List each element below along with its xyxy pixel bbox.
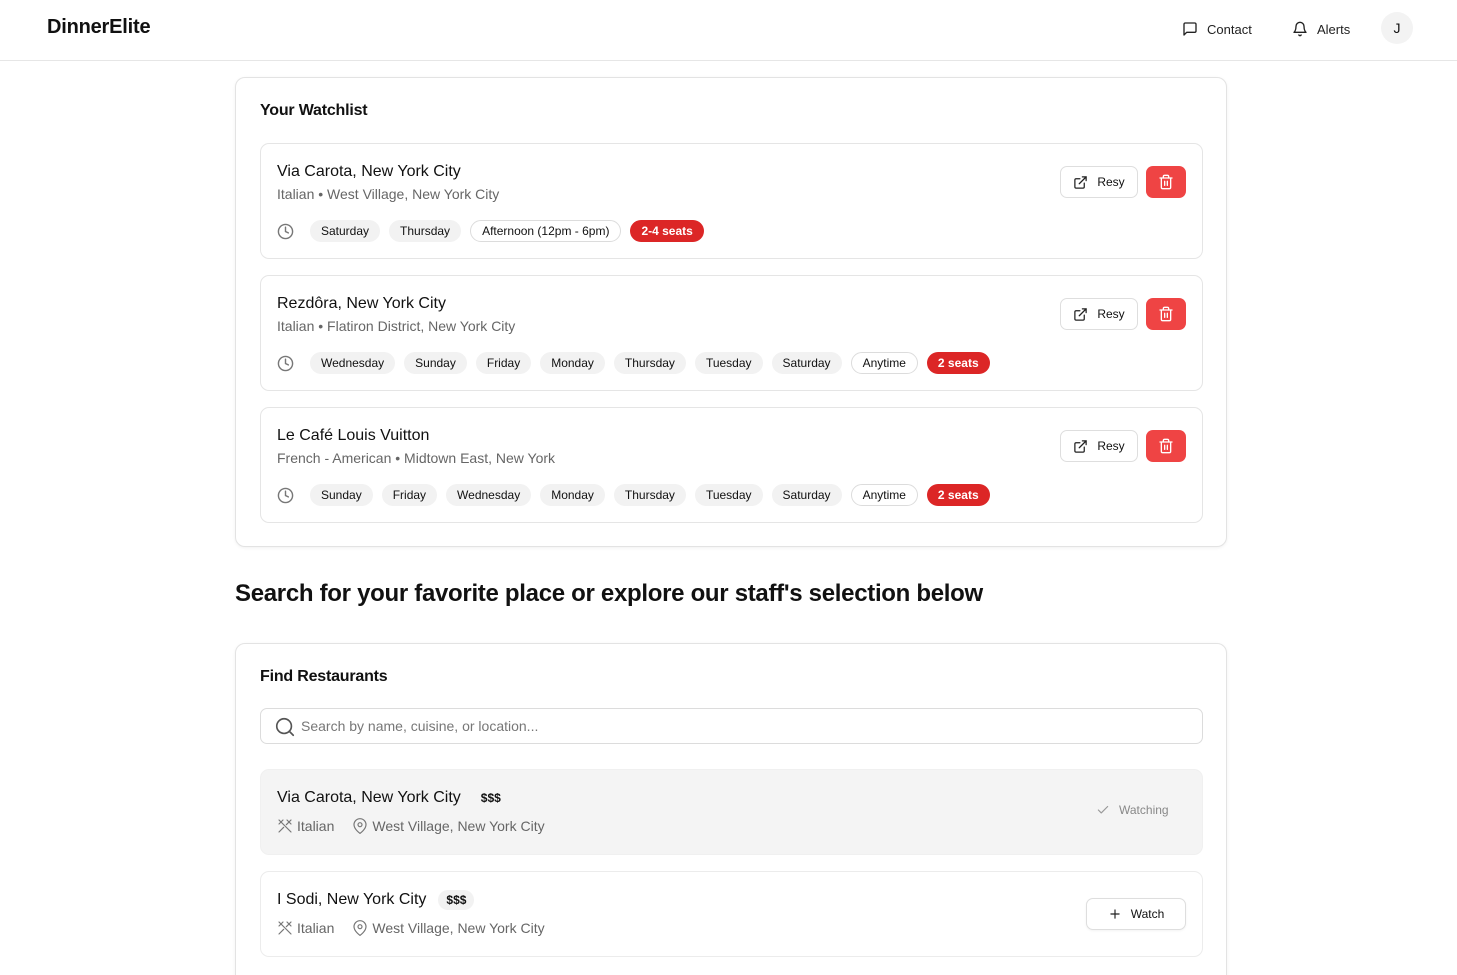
location-info: West Village, New York City bbox=[352, 818, 545, 834]
watchlist-item: Le Café Louis Vuitton French - American … bbox=[260, 407, 1203, 523]
watch-button[interactable]: Watch bbox=[1086, 898, 1186, 930]
restaurant-name: I Sodi, New York City bbox=[277, 891, 427, 908]
location-label: West Village, New York City bbox=[372, 818, 545, 834]
clock-icon bbox=[277, 223, 294, 239]
trash-icon bbox=[1159, 438, 1173, 454]
restaurant-meta: French - American • Midtown East, New Yo… bbox=[277, 450, 556, 466]
external-link-icon bbox=[1074, 175, 1088, 189]
brand-logo[interactable]: DinnerElite bbox=[47, 16, 151, 39]
day-tag: Saturday bbox=[771, 352, 842, 374]
time-tag: Anytime bbox=[850, 484, 918, 506]
restaurant-meta: Italian • Flatiron District, New York Ci… bbox=[277, 318, 516, 334]
day-tag: Monday bbox=[540, 352, 605, 374]
time-tag: Afternoon (12pm - 6pm) bbox=[470, 220, 622, 242]
restaurant-details: Italian West Village, New York City bbox=[277, 920, 563, 936]
find-restaurants-title: Find Restaurants bbox=[260, 668, 388, 685]
price-badge: $$$ bbox=[438, 890, 475, 910]
day-tag: Thursday bbox=[613, 352, 686, 374]
cuisine-label: Italian bbox=[297, 818, 335, 834]
resy-button[interactable]: Resy bbox=[1060, 298, 1138, 330]
watchlist-title: Your Watchlist bbox=[260, 102, 368, 119]
day-tag: Monday bbox=[540, 484, 605, 506]
delete-button[interactable] bbox=[1146, 166, 1186, 198]
delete-button[interactable] bbox=[1146, 430, 1186, 462]
search-input[interactable] bbox=[301, 709, 1191, 743]
price-badge: $$$ bbox=[480, 791, 501, 805]
resy-label: Resy bbox=[1097, 439, 1125, 453]
search-box bbox=[260, 708, 1203, 744]
explore-heading: Search for your favorite place or explor… bbox=[235, 580, 983, 607]
search-icon bbox=[275, 717, 295, 737]
day-tag: Tuesday bbox=[694, 352, 763, 374]
user-avatar[interactable]: J bbox=[1381, 12, 1413, 44]
map-pin-icon bbox=[353, 920, 367, 936]
cuisine-info: Italian bbox=[277, 818, 334, 834]
watchlist-item: Via Carota, New York City Italian • West… bbox=[260, 143, 1203, 259]
day-tag: Friday bbox=[475, 352, 532, 374]
plus-icon bbox=[1110, 909, 1120, 919]
restaurant-result[interactable]: I Sodi, New York City $$$ Italian West V… bbox=[260, 871, 1203, 957]
restaurant-name: Via Carota, New York City bbox=[277, 163, 461, 180]
clock-icon bbox=[277, 355, 294, 371]
seats-badge: 2 seats bbox=[926, 352, 990, 374]
restaurant-title: Via Carota, New York City $$$ bbox=[277, 788, 509, 808]
day-tag: Thursday bbox=[613, 484, 686, 506]
alerts-label: Alerts bbox=[1317, 21, 1351, 37]
seats-badge: 2-4 seats bbox=[630, 220, 704, 242]
restaurant-details: Italian West Village, New York City bbox=[277, 818, 563, 834]
contact-label: Contact bbox=[1207, 21, 1252, 37]
find-restaurants-panel: Find Restaurants Via Carota, New York Ci… bbox=[235, 643, 1227, 975]
cuisine-label: Italian bbox=[297, 920, 335, 936]
day-tag: Wednesday bbox=[310, 352, 396, 374]
day-tag: Tuesday bbox=[694, 484, 763, 506]
utensils-icon bbox=[278, 921, 292, 935]
day-tag: Sunday bbox=[310, 484, 373, 506]
watch-label: Watch bbox=[1130, 907, 1165, 921]
restaurant-name: Via Carota, New York City bbox=[277, 789, 461, 806]
restaurant-title: I Sodi, New York City $$$ bbox=[277, 890, 475, 910]
day-tag: Wednesday bbox=[446, 484, 532, 506]
schedule-tags: Saturday Thursday Afternoon (12pm - 6pm)… bbox=[277, 220, 704, 242]
resy-button[interactable]: Resy bbox=[1060, 166, 1138, 198]
cuisine-info: Italian bbox=[277, 920, 334, 936]
map-pin-icon bbox=[353, 818, 367, 834]
contact-link[interactable]: Contact bbox=[1182, 19, 1252, 39]
alerts-link[interactable]: Alerts bbox=[1292, 19, 1350, 39]
day-tag: Saturday bbox=[771, 484, 842, 506]
day-tag: Thursday bbox=[389, 220, 462, 242]
clock-icon bbox=[277, 487, 294, 503]
restaurant-meta: Italian • West Village, New York City bbox=[277, 186, 500, 202]
delete-button[interactable] bbox=[1146, 298, 1186, 330]
restaurant-name: Le Café Louis Vuitton bbox=[277, 427, 430, 444]
trash-icon bbox=[1159, 174, 1173, 190]
bell-icon bbox=[1293, 21, 1307, 37]
watchlist-panel: Your Watchlist Via Carota, New York City… bbox=[235, 77, 1227, 547]
day-tag: Sunday bbox=[404, 352, 467, 374]
resy-button[interactable]: Resy bbox=[1060, 430, 1138, 462]
schedule-tags: Sunday Friday Wednesday Monday Thursday … bbox=[277, 484, 990, 506]
restaurant-name: Rezdôra, New York City bbox=[277, 295, 446, 312]
external-link-icon bbox=[1074, 307, 1088, 321]
day-tag: Saturday bbox=[310, 220, 381, 242]
day-tag: Friday bbox=[381, 484, 438, 506]
location-label: West Village, New York City bbox=[372, 920, 545, 936]
watching-status: Watching bbox=[1096, 803, 1169, 817]
watching-label: Watching bbox=[1119, 803, 1169, 817]
top-navigation-bar: DinnerElite Contact Alerts J bbox=[0, 0, 1457, 61]
external-link-icon bbox=[1074, 439, 1088, 453]
trash-icon bbox=[1159, 306, 1173, 322]
time-tag: Anytime bbox=[850, 352, 918, 374]
seats-badge: 2 seats bbox=[926, 484, 990, 506]
message-square-icon bbox=[1183, 22, 1197, 36]
resy-label: Resy bbox=[1097, 307, 1125, 321]
restaurant-result[interactable]: Via Carota, New York City $$$ Italian We… bbox=[260, 769, 1203, 855]
resy-label: Resy bbox=[1097, 175, 1125, 189]
location-info: West Village, New York City bbox=[352, 920, 545, 936]
check-icon bbox=[1097, 805, 1109, 814]
schedule-tags: Wednesday Sunday Friday Monday Thursday … bbox=[277, 352, 990, 374]
utensils-icon bbox=[278, 819, 292, 833]
watchlist-item: Rezdôra, New York City Italian • Flatiro… bbox=[260, 275, 1203, 391]
